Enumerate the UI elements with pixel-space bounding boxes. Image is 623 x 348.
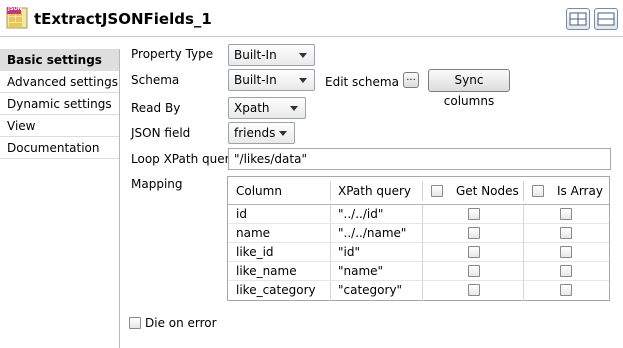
layout-split-view-icon <box>569 12 587 26</box>
xpath-cell[interactable]: "name" <box>338 262 383 281</box>
component-title: tExtractJSONFields_1 <box>34 10 212 28</box>
column-cell: like_name <box>236 264 297 278</box>
sync-columns-button[interactable]: Sync columns <box>428 69 510 108</box>
chevron-down-icon <box>279 131 287 136</box>
schema-label: Schema <box>131 73 180 87</box>
json-field-value: friends <box>234 126 276 140</box>
component-header: JSON tExtractJSONFields_1 <box>0 0 623 38</box>
table-row[interactable]: like_name "name" <box>228 262 609 281</box>
edit-schema-label: Edit schema <box>325 75 399 89</box>
is-array-checkbox[interactable] <box>560 284 572 296</box>
schema-value: Built-In <box>234 73 277 87</box>
get-nodes-all-checkbox[interactable] <box>431 185 443 197</box>
chevron-down-icon <box>299 78 307 83</box>
property-type-select[interactable]: Built-In <box>228 44 315 66</box>
chevron-down-icon <box>290 106 298 111</box>
get-nodes-checkbox[interactable] <box>468 265 480 277</box>
table-row[interactable]: id "../../id" <box>228 205 609 224</box>
get-nodes-checkbox[interactable] <box>468 284 480 296</box>
schema-select[interactable]: Built-In <box>228 69 315 91</box>
chevron-down-icon <box>299 53 307 58</box>
edit-schema-button[interactable]: ... <box>403 72 419 88</box>
mapping-table-header: Column XPath query Get Nodes Is Array <box>228 177 609 205</box>
read-by-select[interactable]: Xpath <box>228 97 306 119</box>
sidebar-item-view[interactable]: View <box>0 115 119 137</box>
sidebar-item-basic-settings[interactable]: Basic settings <box>0 49 119 71</box>
get-nodes-checkbox[interactable] <box>468 208 480 220</box>
sidebar-item-dynamic-settings[interactable]: Dynamic settings <box>0 93 119 115</box>
column-header[interactable]: Column <box>236 177 282 205</box>
loop-xpath-label: Loop XPath query <box>131 152 237 166</box>
sidebar-item-advanced-settings[interactable]: Advanced settings <box>0 71 119 93</box>
get-nodes-header[interactable]: Get Nodes <box>456 177 519 205</box>
column-cell: id <box>236 207 247 221</box>
layout-stacked-view-icon <box>597 12 615 26</box>
table-row[interactable]: like_id "id" <box>228 243 609 262</box>
header-separator <box>422 181 423 201</box>
is-array-checkbox[interactable] <box>560 208 572 220</box>
json-icon-label: JSON <box>8 6 22 12</box>
xpath-cell[interactable]: "../../name" <box>338 224 406 243</box>
loop-xpath-input[interactable]: "/likes/data" <box>228 148 611 170</box>
xpath-cell[interactable]: "../../id" <box>338 205 383 224</box>
get-nodes-checkbox[interactable] <box>468 227 480 239</box>
property-type-value: Built-In <box>234 48 277 62</box>
is-array-checkbox[interactable] <box>560 246 572 258</box>
layout-split-view-button[interactable] <box>566 8 590 30</box>
column-cell: like_id <box>236 245 274 259</box>
column-cell: like_category <box>236 283 316 297</box>
column-cell: name <box>236 226 271 240</box>
json-field-select[interactable]: friends <box>228 122 295 144</box>
table-row[interactable]: like_category "category" <box>228 281 609 300</box>
json-field-label: JSON field <box>131 126 191 140</box>
property-type-label: Property Type <box>131 47 214 61</box>
header-separator <box>330 181 331 201</box>
get-nodes-checkbox[interactable] <box>468 246 480 258</box>
header-divider <box>0 36 623 37</box>
json-component-icon: JSON <box>6 6 28 29</box>
is-array-header[interactable]: Is Array <box>557 177 603 205</box>
read-by-label: Read By <box>131 101 181 115</box>
sidebar-item-documentation[interactable]: Documentation <box>0 137 119 159</box>
layout-stacked-view-button[interactable] <box>594 8 618 30</box>
header-separator <box>523 181 524 201</box>
xpath-cell[interactable]: "category" <box>338 281 402 300</box>
die-on-error-checkbox[interactable] <box>129 317 141 329</box>
xpath-query-header[interactable]: XPath query <box>338 177 411 205</box>
xpath-cell[interactable]: "id" <box>338 243 360 262</box>
is-array-checkbox[interactable] <box>560 227 572 239</box>
die-on-error-label: Die on error <box>145 316 217 330</box>
read-by-value: Xpath <box>234 101 270 115</box>
is-array-checkbox[interactable] <box>560 265 572 277</box>
mapping-table: Column XPath query Get Nodes Is Array id… <box>227 176 610 301</box>
mapping-label: Mapping <box>131 177 183 191</box>
table-row[interactable]: name "../../name" <box>228 224 609 243</box>
is-array-all-checkbox[interactable] <box>532 185 544 197</box>
settings-sidebar: Basic settings Advanced settings Dynamic… <box>0 49 120 348</box>
